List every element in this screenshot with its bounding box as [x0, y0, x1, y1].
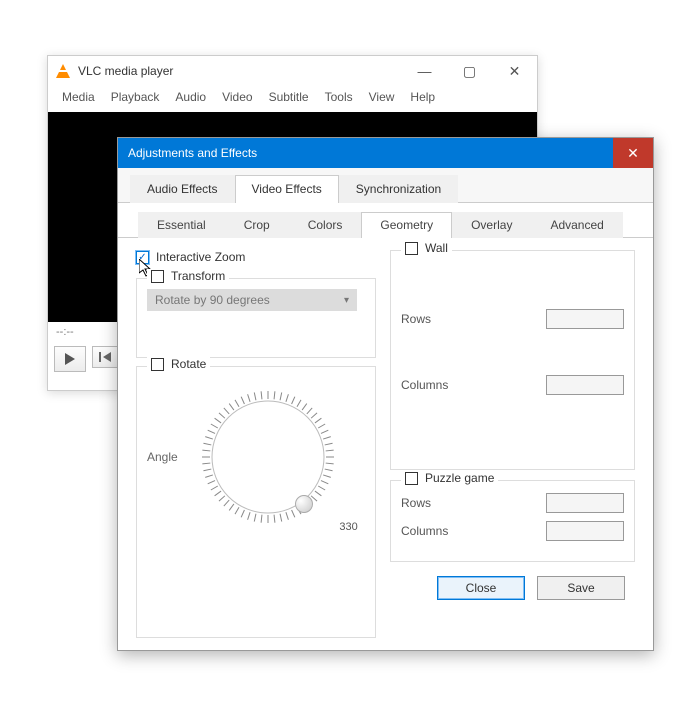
tab-geometry[interactable]: Geometry	[361, 212, 452, 238]
menu-media[interactable]: Media	[54, 88, 103, 106]
menu-playback[interactable]: Playback	[103, 88, 168, 106]
dialog-tabs-primary: Audio Effects Video Effects Synchronizat…	[118, 168, 653, 203]
interactive-zoom-label: Interactive Zoom	[156, 250, 245, 264]
close-button[interactable]: Close	[437, 576, 525, 600]
transform-group: Transform Rotate by 90 degrees ▾	[136, 278, 376, 358]
save-button[interactable]: Save	[537, 576, 625, 600]
checkbox-icon	[405, 242, 418, 255]
dialog-tabs-secondary: Essential Crop Colors Geometry Overlay A…	[118, 203, 653, 238]
wall-cols-input[interactable]	[547, 376, 689, 394]
menu-subtitle[interactable]: Subtitle	[261, 88, 317, 106]
rotate-dial[interactable]: 330	[188, 377, 348, 537]
minimize-button[interactable]: —	[402, 56, 447, 86]
maximize-button[interactable]: ▢	[447, 56, 492, 86]
tab-advanced[interactable]: Advanced	[531, 212, 622, 238]
wall-cols-label: Columns	[401, 378, 448, 392]
puzzle-rows-label: Rows	[401, 496, 431, 510]
wall-cols-spinner[interactable]: ▲▼	[546, 375, 624, 395]
puzzle-rows-input[interactable]	[547, 494, 689, 512]
wall-label: Wall	[425, 241, 448, 255]
adjustments-effects-dialog: Adjustments and Effects ✕ Audio Effects …	[117, 137, 654, 651]
puzzle-rows-spinner[interactable]: ▲▼	[546, 493, 624, 513]
rotate-group: Rotate Angle 330	[136, 366, 376, 638]
tab-essential[interactable]: Essential	[138, 212, 225, 238]
puzzle-checkbox[interactable]: Puzzle game	[401, 471, 498, 485]
angle-label: Angle	[147, 450, 178, 464]
menu-view[interactable]: View	[361, 88, 403, 106]
dialog-close-button[interactable]: ✕	[613, 138, 653, 168]
geometry-panel: Interactive Zoom Transform Rotate by 90 …	[118, 238, 653, 650]
tab-video-effects[interactable]: Video Effects	[235, 175, 339, 203]
checkbox-icon	[405, 472, 418, 485]
wall-rows-input[interactable]	[547, 310, 689, 328]
checkbox-icon	[136, 251, 149, 264]
tab-audio-effects[interactable]: Audio Effects	[130, 175, 235, 203]
transform-select[interactable]: Rotate by 90 degrees ▾	[147, 289, 357, 311]
time-elapsed: --:--	[56, 326, 74, 338]
checkbox-icon	[151, 270, 164, 283]
puzzle-label: Puzzle game	[425, 471, 494, 485]
menu-video[interactable]: Video	[214, 88, 260, 106]
transform-select-value: Rotate by 90 degrees	[155, 293, 270, 307]
close-button[interactable]: ✕	[492, 56, 537, 86]
tab-crop[interactable]: Crop	[225, 212, 289, 238]
rotate-checkbox[interactable]: Rotate	[147, 357, 210, 371]
play-button[interactable]	[54, 346, 86, 372]
previous-button[interactable]	[92, 346, 118, 368]
tab-synchronization[interactable]: Synchronization	[339, 175, 458, 203]
wall-rows-spinner[interactable]: ▲▼	[546, 309, 624, 329]
menu-help[interactable]: Help	[402, 88, 443, 106]
dial-knob[interactable]	[295, 495, 313, 513]
interactive-zoom-checkbox[interactable]: Interactive Zoom	[136, 250, 376, 264]
puzzle-cols-input[interactable]	[547, 522, 689, 540]
vlc-titlebar: VLC media player — ▢ ✕	[48, 56, 537, 86]
dialog-button-row: Close Save	[390, 576, 635, 600]
puzzle-group: Puzzle game Rows ▲▼ Columns ▲▼	[390, 480, 635, 562]
wall-checkbox[interactable]: Wall	[401, 241, 452, 255]
menu-tools[interactable]: Tools	[317, 88, 361, 106]
vlc-cone-icon	[56, 64, 70, 78]
chevron-down-icon: ▾	[344, 295, 349, 306]
menu-audio[interactable]: Audio	[167, 88, 214, 106]
wall-group: Wall Rows ▲▼ Columns	[390, 250, 635, 470]
dialog-title: Adjustments and Effects	[128, 146, 257, 160]
checkbox-icon	[151, 358, 164, 371]
rotate-label: Rotate	[171, 357, 206, 371]
transform-label: Transform	[171, 269, 225, 283]
transform-checkbox[interactable]: Transform	[147, 269, 229, 283]
wall-rows-label: Rows	[401, 312, 431, 326]
vlc-window-title: VLC media player	[78, 64, 173, 78]
dialog-titlebar: Adjustments and Effects ✕	[118, 138, 653, 168]
tab-overlay[interactable]: Overlay	[452, 212, 531, 238]
puzzle-cols-label: Columns	[401, 524, 448, 538]
tab-colors[interactable]: Colors	[289, 212, 362, 238]
puzzle-cols-spinner[interactable]: ▲▼	[546, 521, 624, 541]
vlc-menubar: Media Playback Audio Video Subtitle Tool…	[48, 86, 537, 112]
angle-value: 330	[339, 521, 357, 533]
